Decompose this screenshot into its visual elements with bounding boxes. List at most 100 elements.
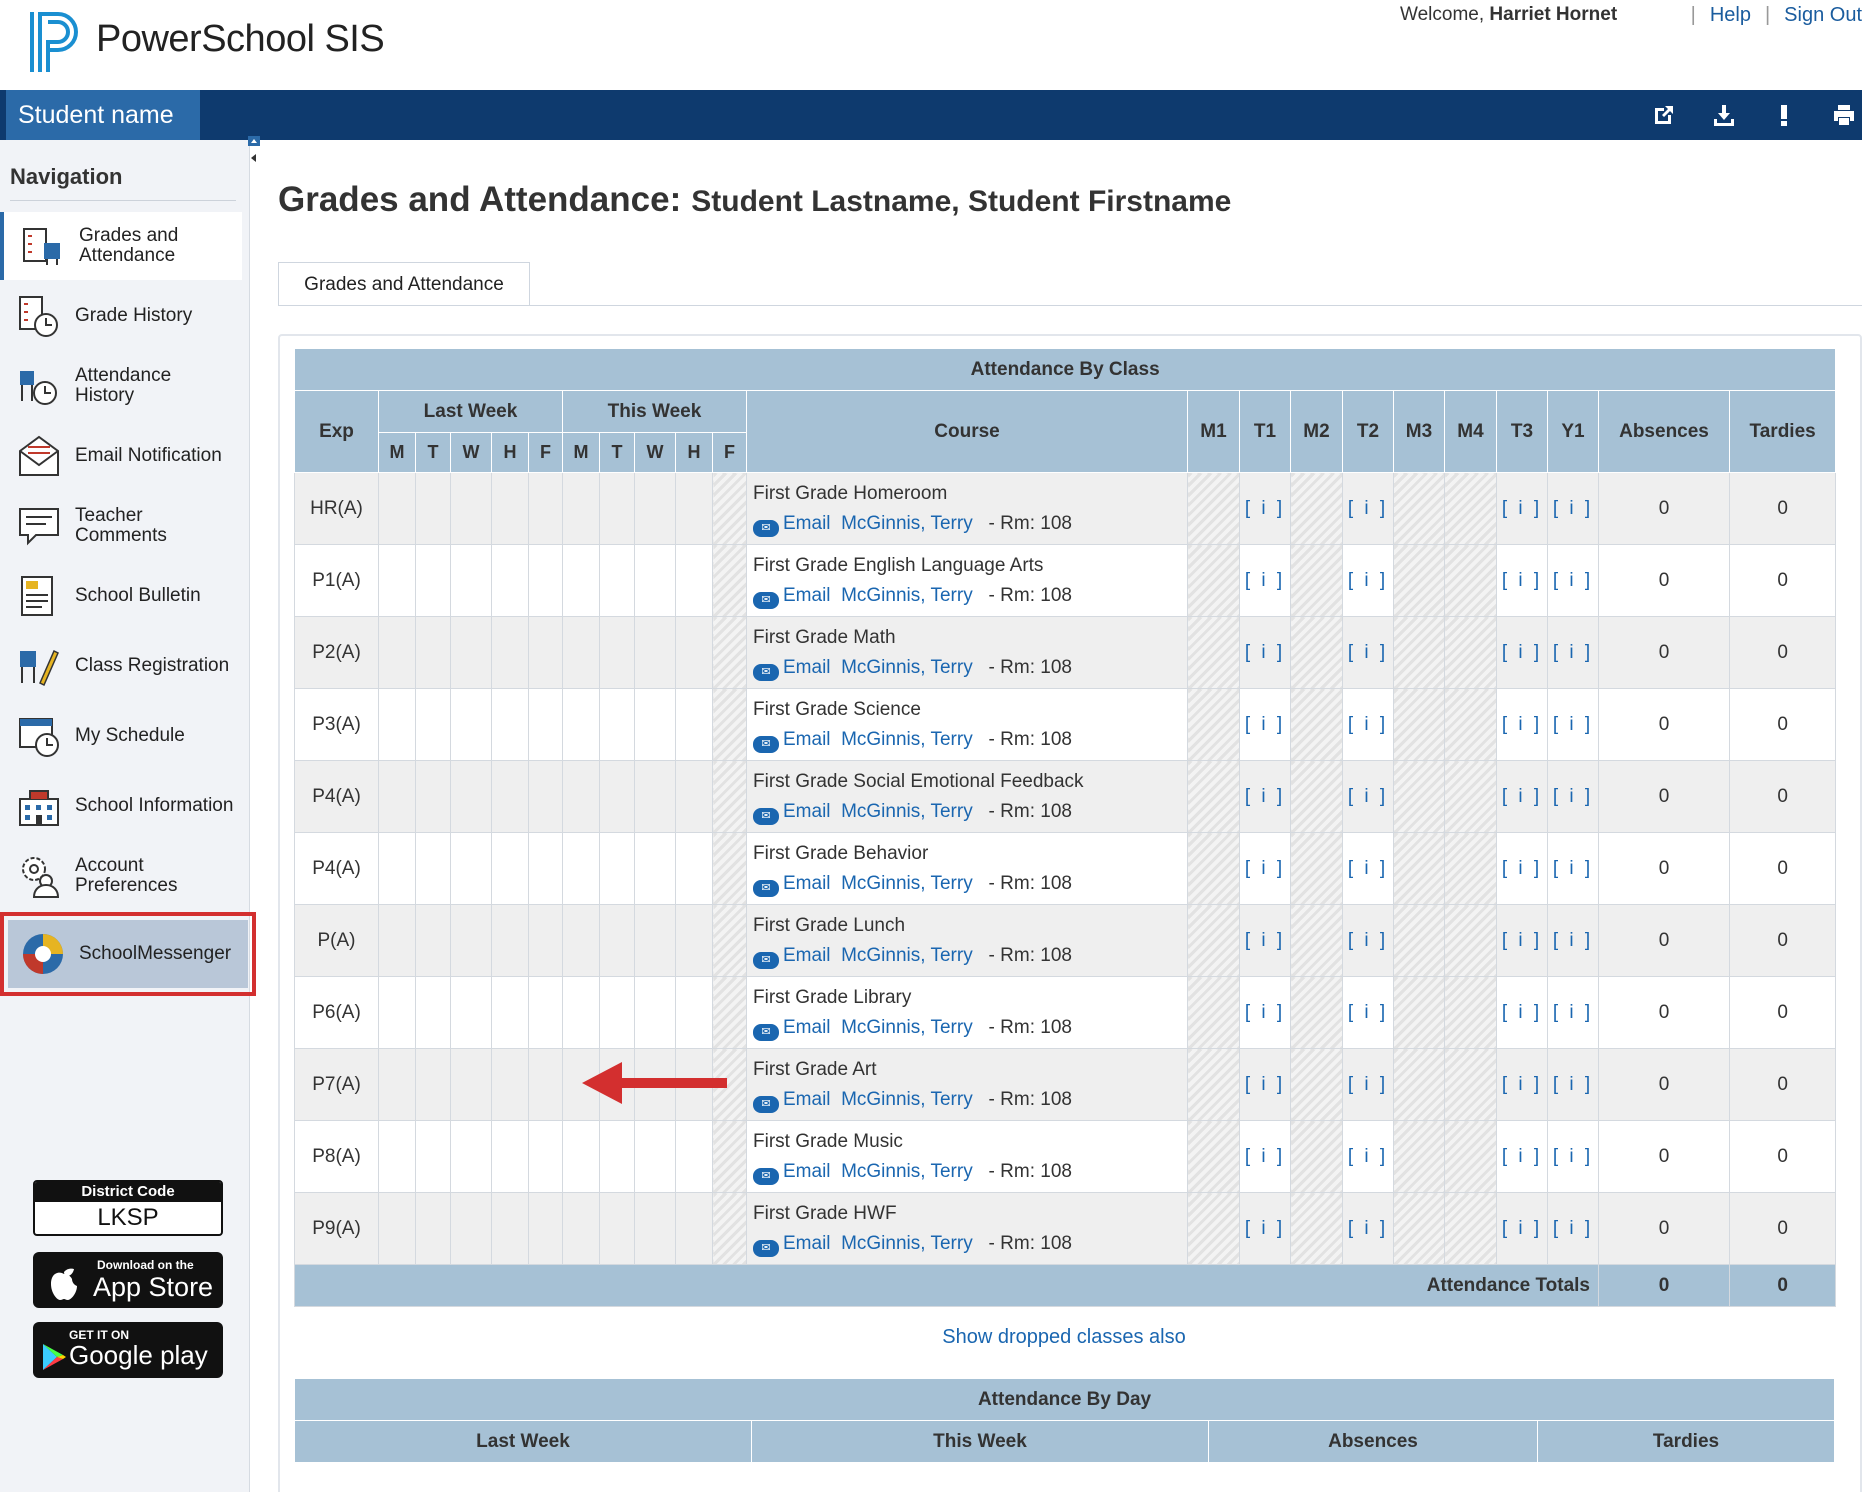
info-link[interactable]: [ i ] xyxy=(1348,498,1388,519)
teacher-link[interactable]: McGinnis, Terry xyxy=(841,513,973,534)
term-info-link[interactable]: [ i ] xyxy=(1547,1120,1599,1193)
term-info-link[interactable]: [ i ] xyxy=(1496,1192,1548,1265)
term-info-link[interactable]: [ i ] xyxy=(1342,904,1394,977)
term-info-link[interactable]: [ i ] xyxy=(1239,904,1291,977)
show-dropped-classes-link[interactable]: Show dropped classes also xyxy=(294,1326,1834,1349)
tardies-cell[interactable]: 0 xyxy=(1728,832,1837,905)
info-link[interactable]: [ i ] xyxy=(1348,570,1388,591)
teacher-link[interactable]: McGinnis, Terry xyxy=(841,1089,973,1110)
tardies-cell[interactable]: 0 xyxy=(1728,1192,1837,1265)
teacher-link[interactable]: McGinnis, Terry xyxy=(841,873,973,894)
teacher-link[interactable]: McGinnis, Terry xyxy=(841,1161,973,1182)
teacher-link[interactable]: McGinnis, Terry xyxy=(841,1017,973,1038)
term-info-link[interactable]: [ i ] xyxy=(1239,1192,1291,1265)
term-info-link[interactable]: [ i ] xyxy=(1547,472,1599,545)
term-info-link[interactable]: [ i ] xyxy=(1239,688,1291,761)
term-info-link[interactable]: [ i ] xyxy=(1239,472,1291,545)
term-info-link[interactable]: [ i ] xyxy=(1547,976,1599,1049)
info-link[interactable]: [ i ] xyxy=(1348,1074,1388,1095)
term-info-link[interactable]: [ i ] xyxy=(1239,544,1291,617)
app-store-badge[interactable]: Download on the App Store xyxy=(33,1252,223,1308)
info-link[interactable]: [ i ] xyxy=(1348,930,1388,951)
term-info-link[interactable]: [ i ] xyxy=(1547,544,1599,617)
tab-grades-attendance[interactable]: Grades and Attendance xyxy=(278,262,530,306)
absences-cell[interactable]: 0 xyxy=(1598,976,1730,1049)
term-info-link[interactable]: [ i ] xyxy=(1342,616,1394,689)
info-link[interactable]: [ i ] xyxy=(1245,858,1285,879)
email-icon[interactable]: ✉ xyxy=(753,951,779,969)
email-link[interactable]: Email xyxy=(783,513,831,534)
teacher-link[interactable]: McGinnis, Terry xyxy=(841,945,973,966)
absences-cell[interactable]: 0 xyxy=(1598,832,1730,905)
absences-cell[interactable]: 0 xyxy=(1598,1120,1730,1193)
tardies-cell[interactable]: 0 xyxy=(1728,760,1837,833)
info-link[interactable]: [ i ] xyxy=(1245,1002,1285,1023)
term-info-link[interactable]: [ i ] xyxy=(1496,688,1548,761)
term-info-link[interactable]: [ i ] xyxy=(1547,832,1599,905)
tardies-cell[interactable]: 0 xyxy=(1728,976,1837,1049)
signout-link[interactable]: Sign Out xyxy=(1784,4,1862,26)
info-link[interactable]: [ i ] xyxy=(1553,1146,1593,1167)
info-link[interactable]: [ i ] xyxy=(1502,1074,1542,1095)
external-link-icon[interactable] xyxy=(1652,103,1676,127)
print-icon[interactable] xyxy=(1832,103,1856,127)
term-info-link[interactable]: [ i ] xyxy=(1496,1120,1548,1193)
term-info-link[interactable]: [ i ] xyxy=(1496,904,1548,977)
info-link[interactable]: [ i ] xyxy=(1502,642,1542,663)
term-info-link[interactable]: [ i ] xyxy=(1547,616,1599,689)
term-info-link[interactable]: [ i ] xyxy=(1496,1048,1548,1121)
term-info-link[interactable]: [ i ] xyxy=(1496,976,1548,1049)
term-header[interactable]: T1 xyxy=(1239,390,1291,473)
term-info-link[interactable]: [ i ] xyxy=(1239,616,1291,689)
help-link[interactable]: Help xyxy=(1710,4,1751,26)
info-link[interactable]: [ i ] xyxy=(1348,1002,1388,1023)
nav-item-grade-history[interactable]: Grade History xyxy=(0,282,242,350)
info-link[interactable]: [ i ] xyxy=(1502,1218,1542,1239)
info-link[interactable]: [ i ] xyxy=(1502,1146,1542,1167)
email-icon[interactable]: ✉ xyxy=(753,735,779,753)
email-icon[interactable]: ✉ xyxy=(753,591,779,609)
term-info-link[interactable]: [ i ] xyxy=(1342,832,1394,905)
info-link[interactable]: [ i ] xyxy=(1553,1002,1593,1023)
info-link[interactable]: [ i ] xyxy=(1553,858,1593,879)
email-link[interactable]: Email xyxy=(783,1089,831,1110)
info-link[interactable]: [ i ] xyxy=(1245,1074,1285,1095)
info-link[interactable]: [ i ] xyxy=(1348,858,1388,879)
teacher-link[interactable]: McGinnis, Terry xyxy=(841,801,973,822)
info-link[interactable]: [ i ] xyxy=(1553,1218,1593,1239)
term-info-link[interactable]: [ i ] xyxy=(1342,976,1394,1049)
info-link[interactable]: [ i ] xyxy=(1553,642,1593,663)
email-link[interactable]: Email xyxy=(783,1233,831,1254)
info-link[interactable]: [ i ] xyxy=(1502,570,1542,591)
info-link[interactable]: [ i ] xyxy=(1245,498,1285,519)
email-link[interactable]: Email xyxy=(783,873,831,894)
info-link[interactable]: [ i ] xyxy=(1502,858,1542,879)
nav-item-account-preferences[interactable]: Account Preferences xyxy=(0,842,242,910)
email-icon[interactable]: ✉ xyxy=(753,1095,779,1113)
teacher-link[interactable]: McGinnis, Terry xyxy=(841,1233,973,1254)
email-link[interactable]: Email xyxy=(783,657,831,678)
tardies-cell[interactable]: 0 xyxy=(1728,616,1837,689)
teacher-link[interactable]: McGinnis, Terry xyxy=(841,729,973,750)
term-info-link[interactable]: [ i ] xyxy=(1342,472,1394,545)
info-link[interactable]: [ i ] xyxy=(1348,642,1388,663)
teacher-link[interactable]: McGinnis, Terry xyxy=(841,657,973,678)
info-link[interactable]: [ i ] xyxy=(1348,1146,1388,1167)
info-link[interactable]: [ i ] xyxy=(1502,786,1542,807)
term-header[interactable]: M1 xyxy=(1187,390,1240,473)
term-info-link[interactable]: [ i ] xyxy=(1342,688,1394,761)
term-info-link[interactable]: [ i ] xyxy=(1342,760,1394,833)
email-link[interactable]: Email xyxy=(783,945,831,966)
term-header[interactable]: T3 xyxy=(1496,390,1548,473)
email-link[interactable]: Email xyxy=(783,1161,831,1182)
email-icon[interactable]: ✉ xyxy=(753,663,779,681)
info-link[interactable]: [ i ] xyxy=(1502,1002,1542,1023)
term-header[interactable]: M3 xyxy=(1393,390,1445,473)
nav-item-teacher-comments[interactable]: Teacher Comments xyxy=(0,492,242,560)
email-link[interactable]: Email xyxy=(783,585,831,606)
email-link[interactable]: Email xyxy=(783,1017,831,1038)
info-link[interactable]: [ i ] xyxy=(1245,570,1285,591)
nav-item-my-schedule[interactable]: My Schedule xyxy=(0,702,242,770)
term-info-link[interactable]: [ i ] xyxy=(1342,1120,1394,1193)
email-icon[interactable]: ✉ xyxy=(753,1167,779,1185)
